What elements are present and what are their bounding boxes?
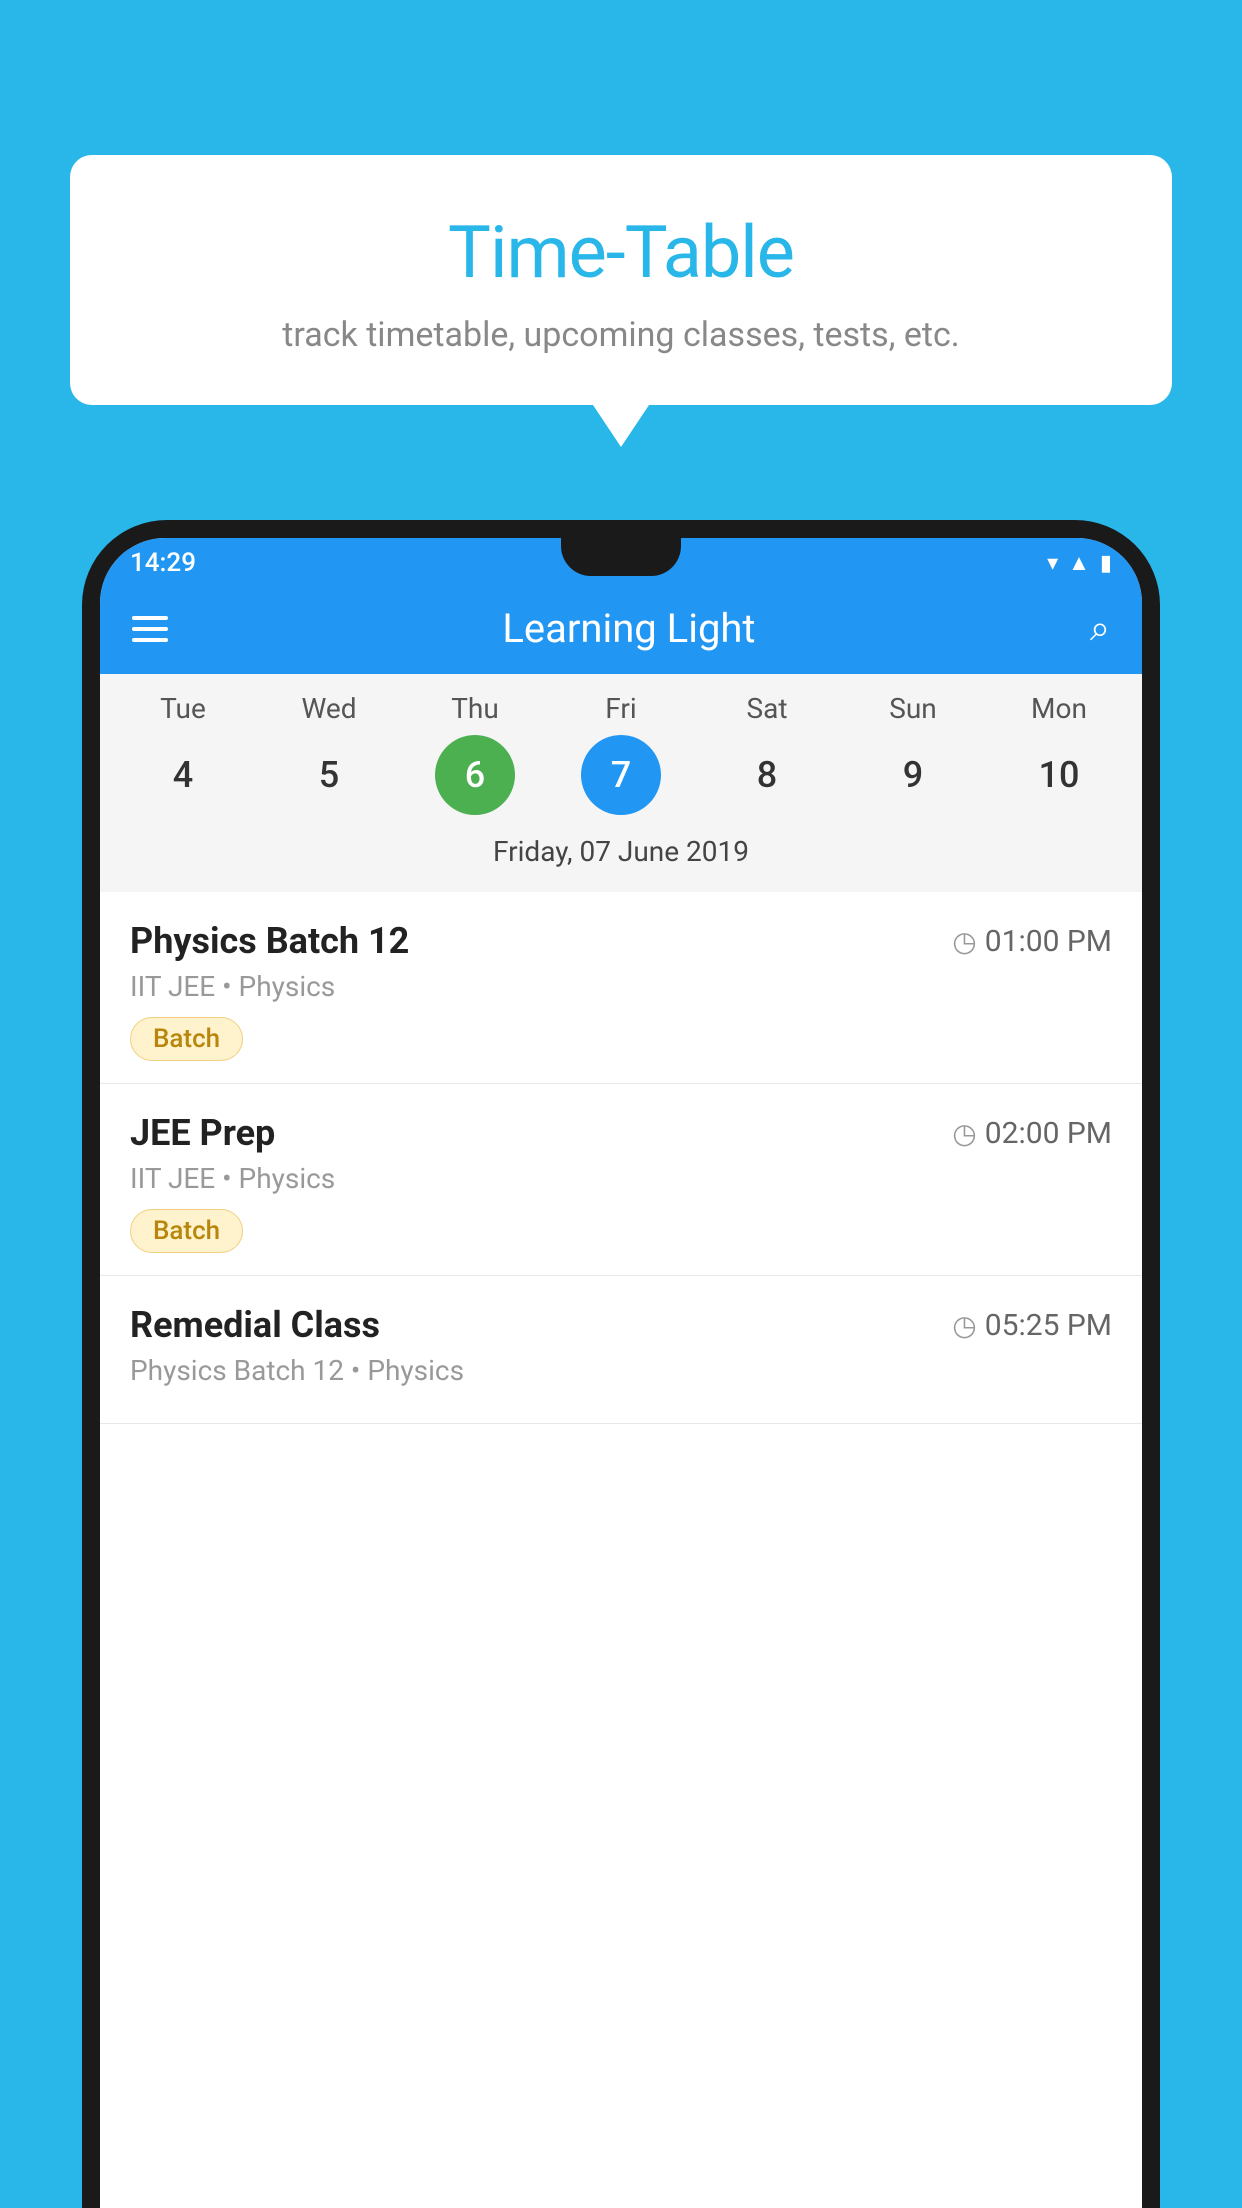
day-numbers: 4 5 6 7 8 9 10 <box>110 735 1132 815</box>
day-header-fri: Fri <box>581 692 661 725</box>
clock-icon-3: ◷ <box>952 1309 976 1342</box>
speech-bubble: Time-Table track timetable, upcoming cla… <box>70 155 1172 405</box>
schedule-item-2[interactable]: JEE Prep ◷ 02:00 PM IIT JEE • Physics Ba… <box>100 1084 1142 1276</box>
hamburger-line-3 <box>132 638 168 642</box>
clock-icon-2: ◷ <box>952 1117 976 1150</box>
schedule-item-2-header: JEE Prep ◷ 02:00 PM <box>130 1112 1112 1154</box>
day-header-wed: Wed <box>289 692 369 725</box>
schedule-item-1-header: Physics Batch 12 ◷ 01:00 PM <box>130 920 1112 962</box>
schedule-list: Physics Batch 12 ◷ 01:00 PM IIT JEE • Ph… <box>100 892 1142 1424</box>
day-5[interactable]: 5 <box>289 735 369 815</box>
schedule-item-3[interactable]: Remedial Class ◷ 05:25 PM Physics Batch … <box>100 1276 1142 1424</box>
day-7-selected[interactable]: 7 <box>581 735 661 815</box>
signal-icon: ▲ <box>1068 550 1090 576</box>
hamburger-line-1 <box>132 616 168 620</box>
search-button[interactable]: ⌕ <box>1090 607 1110 650</box>
clock-icon-1: ◷ <box>952 925 976 958</box>
schedule-item-2-title: JEE Prep <box>130 1112 275 1154</box>
phone-mockup: 14:29 ▾ ▲ ▮ Learning Light ⌕ <box>82 520 1160 2208</box>
day-6-today[interactable]: 6 <box>435 735 515 815</box>
selected-date-label: Friday, 07 June 2019 <box>110 827 1132 882</box>
schedule-item-1-title: Physics Batch 12 <box>130 920 409 962</box>
notch <box>561 538 681 576</box>
status-time: 14:29 <box>130 548 196 578</box>
day-8[interactable]: 8 <box>727 735 807 815</box>
schedule-item-1[interactable]: Physics Batch 12 ◷ 01:00 PM IIT JEE • Ph… <box>100 892 1142 1084</box>
app-bar-title: Learning Light <box>502 605 755 652</box>
battery-icon: ▮ <box>1100 551 1112 576</box>
schedule-item-2-sub: IIT JEE • Physics <box>130 1162 1112 1195</box>
day-header-sat: Sat <box>727 692 807 725</box>
schedule-item-3-time: ◷ 05:25 PM <box>952 1308 1112 1343</box>
schedule-item-1-tag: Batch <box>130 1017 243 1061</box>
hamburger-menu-button[interactable] <box>132 616 168 642</box>
schedule-item-3-header: Remedial Class ◷ 05:25 PM <box>130 1304 1112 1346</box>
wifi-icon: ▾ <box>1047 551 1058 576</box>
day-header-thu: Thu <box>435 692 515 725</box>
status-bar: 14:29 ▾ ▲ ▮ <box>100 538 1142 583</box>
schedule-item-1-time: ◷ 01:00 PM <box>952 924 1112 959</box>
schedule-item-1-sub: IIT JEE • Physics <box>130 970 1112 1003</box>
schedule-item-2-tag: Batch <box>130 1209 243 1253</box>
speech-bubble-container: Time-Table track timetable, upcoming cla… <box>70 155 1172 405</box>
phone-outer: 14:29 ▾ ▲ ▮ Learning Light ⌕ <box>82 520 1160 2208</box>
bubble-title: Time-Table <box>130 210 1112 295</box>
calendar-strip: Tue Wed Thu Fri Sat Sun Mon 4 5 6 7 8 9 … <box>100 674 1142 892</box>
hamburger-line-2 <box>132 627 168 631</box>
day-header-sun: Sun <box>873 692 953 725</box>
day-4[interactable]: 4 <box>143 735 223 815</box>
day-header-mon: Mon <box>1019 692 1099 725</box>
schedule-item-3-title: Remedial Class <box>130 1304 380 1346</box>
day-header-tue: Tue <box>143 692 223 725</box>
schedule-item-3-sub: Physics Batch 12 • Physics <box>130 1354 1112 1387</box>
day-9[interactable]: 9 <box>873 735 953 815</box>
bubble-subtitle: track timetable, upcoming classes, tests… <box>130 315 1112 355</box>
schedule-item-2-time: ◷ 02:00 PM <box>952 1116 1112 1151</box>
status-icons: ▾ ▲ ▮ <box>1047 550 1112 576</box>
phone-screen: 14:29 ▾ ▲ ▮ Learning Light ⌕ <box>100 538 1142 2208</box>
day-10[interactable]: 10 <box>1019 735 1099 815</box>
app-bar: Learning Light ⌕ <box>100 583 1142 674</box>
day-headers: Tue Wed Thu Fri Sat Sun Mon <box>110 692 1132 725</box>
